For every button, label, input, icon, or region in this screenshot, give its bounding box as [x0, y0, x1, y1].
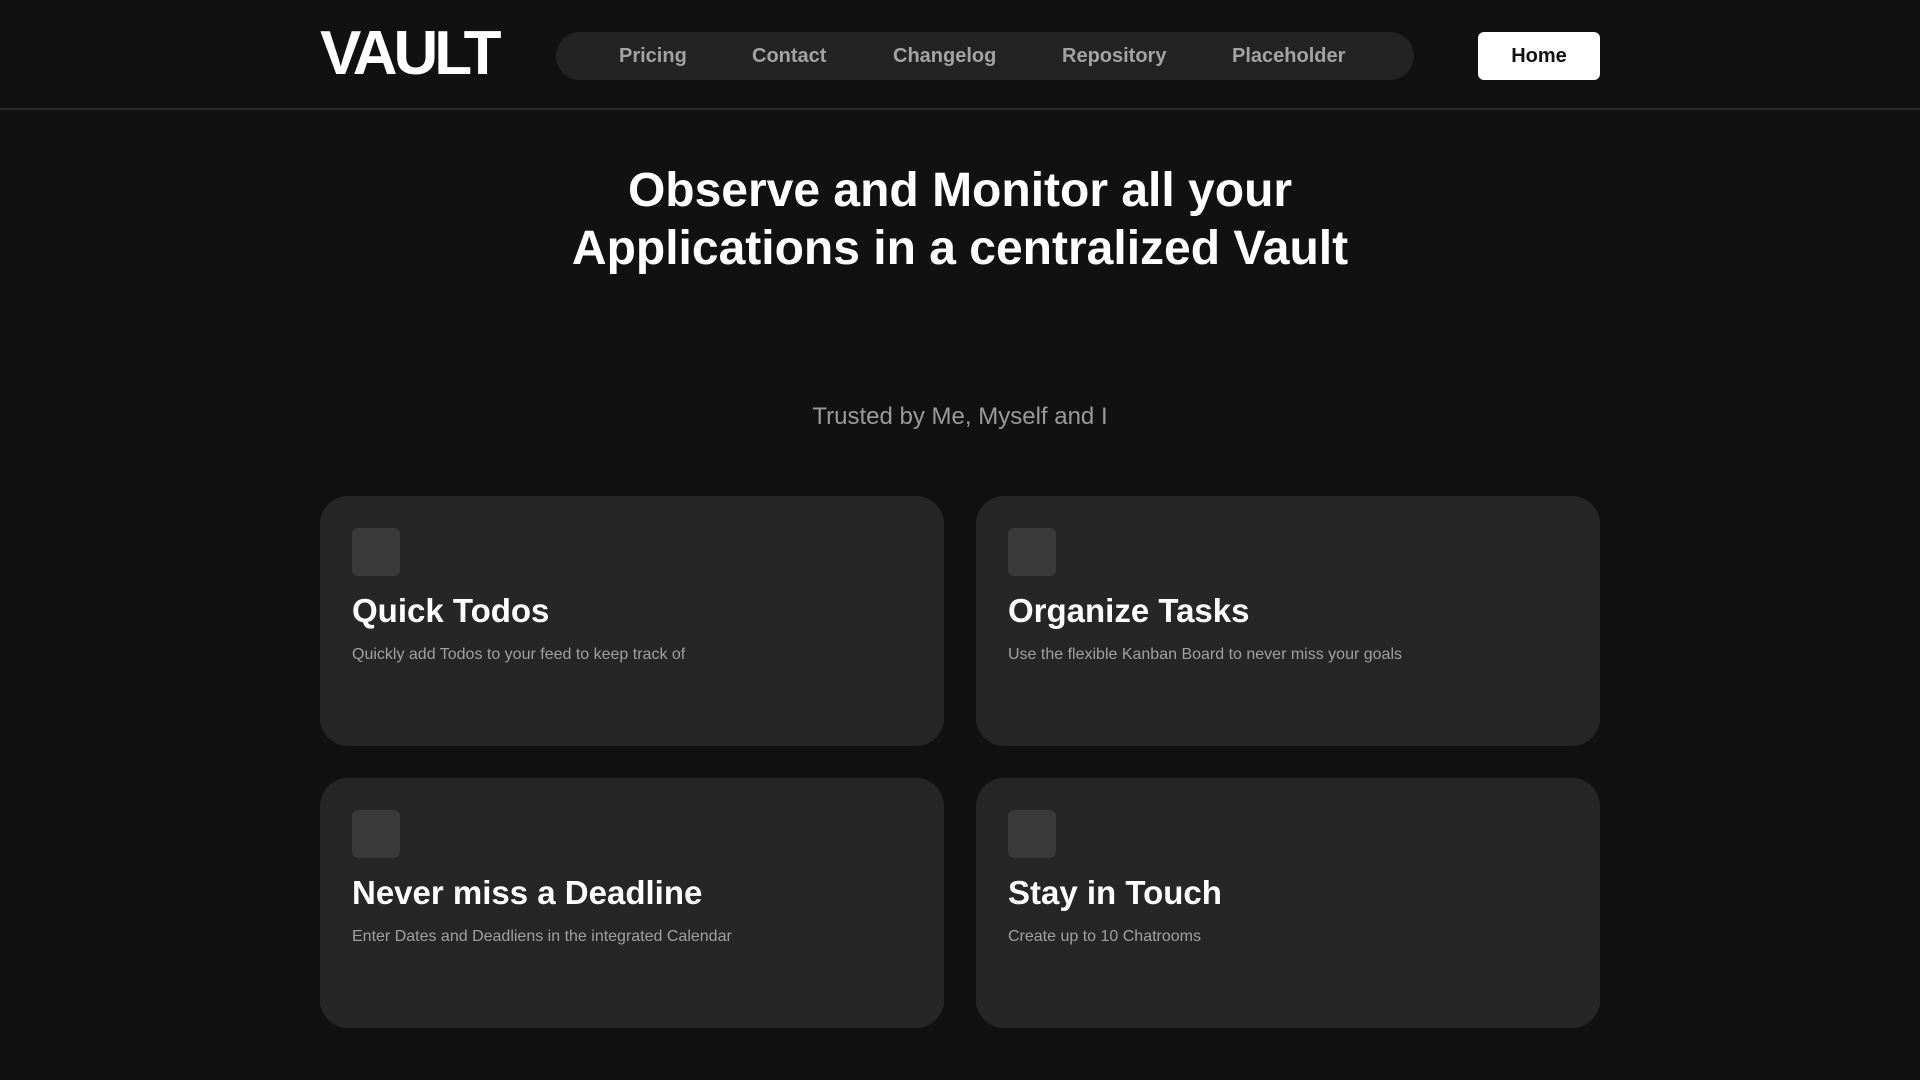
- nav-link-pricing[interactable]: Pricing: [619, 32, 687, 80]
- feature-card-title: Stay in Touch: [1008, 874, 1222, 911]
- home-button[interactable]: Home: [1478, 32, 1600, 80]
- nav-link-changelog[interactable]: Changelog: [893, 32, 996, 80]
- feature-card-quick-todos: Quick Todos Quickly add Todos to your fe…: [320, 496, 944, 746]
- nav-link-placeholder[interactable]: Placeholder: [1232, 32, 1345, 80]
- feature-card-never-miss-deadline: Never miss a Deadline Enter Dates and De…: [320, 778, 944, 1028]
- hero-subtitle: Trusted by Me, Myself and I: [812, 403, 1108, 430]
- nav-link-repository[interactable]: Repository: [1062, 32, 1166, 80]
- hero-title: Observe and Monitor all your Application…: [571, 164, 1349, 275]
- feature-card-title: Organize Tasks: [1008, 592, 1250, 629]
- placeholder-square-icon: [1008, 810, 1056, 858]
- feature-card-description: Use the flexible Kanban Board to never m…: [1008, 646, 1402, 663]
- feature-card-title: Quick Todos: [352, 592, 550, 629]
- feature-card-title: Never miss a Deadline: [352, 874, 703, 911]
- site-header: VAULT Pricing Contact Changelog Reposito…: [0, 0, 1920, 110]
- feature-card-description: Enter Dates and Deadliens in the integra…: [352, 928, 732, 945]
- placeholder-square-icon: [352, 528, 400, 576]
- feature-card-stay-in-touch: Stay in Touch Create up to 10 Chatrooms: [976, 778, 1600, 1028]
- placeholder-square-icon: [1008, 528, 1056, 576]
- feature-card-description: Create up to 10 Chatrooms: [1008, 928, 1201, 945]
- nav-link-contact[interactable]: Contact: [752, 32, 826, 80]
- placeholder-square-icon: [352, 810, 400, 858]
- feature-card-description: Quickly add Todos to your feed to keep t…: [352, 646, 686, 663]
- main-nav: Pricing Contact Changelog Repository Pla…: [556, 32, 1414, 80]
- feature-card-organize-tasks: Organize Tasks Use the flexible Kanban B…: [976, 496, 1600, 746]
- vault-logo[interactable]: VAULT: [320, 23, 501, 85]
